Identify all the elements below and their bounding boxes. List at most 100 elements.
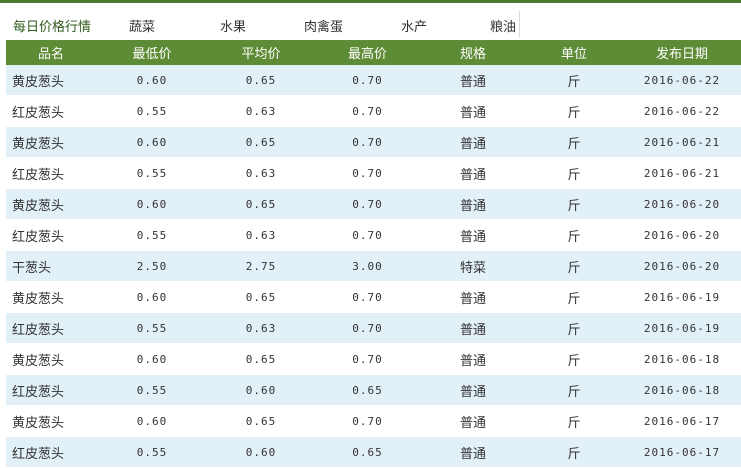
cell-name: 红皮葱头	[6, 436, 96, 468]
table-row: 黄皮葱头 0.60 0.65 0.70 普通斤 2016-06-20	[6, 188, 741, 220]
cell-name: 黄皮葱头	[6, 126, 96, 158]
cell-avg-price: 0.65	[208, 188, 314, 220]
cell-avg-price: 0.65	[208, 65, 314, 96]
cell-unit: 斤	[525, 250, 623, 282]
cell-unit: 斤	[525, 374, 623, 406]
cell-min-price: 0.60	[96, 188, 208, 220]
cell-spec: 普通	[421, 405, 525, 437]
table-row: 黄皮葱头 0.60 0.65 0.70 普通斤 2016-06-22	[6, 65, 741, 96]
cell-max-price: 0.70	[314, 157, 421, 189]
cell-spec: 特菜	[421, 250, 525, 282]
cell-avg-price: 0.65	[208, 126, 314, 158]
tab-divider	[519, 11, 520, 37]
column-header-unit: 单位	[525, 40, 623, 65]
cell-spec: 普通	[421, 126, 525, 158]
cell-unit: 斤	[525, 312, 623, 344]
cell-name: 红皮葱头	[6, 374, 96, 406]
cell-spec: 普通	[421, 65, 525, 96]
cell-name: 黄皮葱头	[6, 65, 96, 96]
cell-spec: 普通	[421, 157, 525, 189]
cell-max-price: 0.70	[314, 312, 421, 344]
cell-unit: 斤	[525, 343, 623, 375]
cell-date: 2016-06-22	[623, 95, 741, 127]
cell-date: 2016-06-21	[623, 126, 741, 158]
tab-meat-poultry-eggs[interactable]: 肉禽蛋	[304, 16, 343, 35]
table-row: 黄皮葱头 0.60 0.65 0.70 普通斤 2016-06-18	[6, 343, 741, 375]
cell-spec: 普通	[421, 219, 525, 251]
cell-avg-price: 0.63	[208, 312, 314, 344]
cell-spec: 普通	[421, 281, 525, 313]
cell-unit: 斤	[525, 65, 623, 96]
cell-max-price: 0.70	[314, 405, 421, 437]
cell-name: 黄皮葱头	[6, 343, 96, 375]
cell-spec: 普通	[421, 374, 525, 406]
table-row: 干葱头 2.50 2.75 3.00 特菜斤 2016-06-20	[6, 250, 741, 282]
tab-fruits[interactable]: 水果	[220, 16, 246, 35]
cell-max-price: 3.00	[314, 250, 421, 282]
cell-unit: 斤	[525, 405, 623, 437]
cell-name: 黄皮葱头	[6, 281, 96, 313]
cell-max-price: 0.70	[314, 219, 421, 251]
cell-date: 2016-06-18	[623, 374, 741, 406]
column-header-name: 品名	[6, 40, 96, 65]
cell-max-price: 0.65	[314, 374, 421, 406]
column-header-max-price: 最高价	[314, 40, 421, 65]
cell-avg-price: 0.63	[208, 95, 314, 127]
cell-date: 2016-06-21	[623, 157, 741, 189]
table-row: 黄皮葱头 0.60 0.65 0.70 普通斤 2016-06-19	[6, 281, 741, 313]
table-row: 黄皮葱头 0.60 0.65 0.70 普通斤 2016-06-17	[6, 405, 741, 437]
cell-min-price: 0.55	[96, 436, 208, 468]
cell-name: 红皮葱头	[6, 219, 96, 251]
cell-date: 2016-06-17	[623, 436, 741, 468]
table-header-row: 品名 最低价 平均价 最高价 规格 单位 发布日期	[6, 40, 741, 65]
cell-name: 红皮葱头	[6, 157, 96, 189]
cell-avg-price: 0.63	[208, 219, 314, 251]
table-row: 红皮葱头 0.55 0.60 0.65 普通斤 2016-06-17	[6, 436, 741, 468]
cell-name: 红皮葱头	[6, 95, 96, 127]
cell-min-price: 0.55	[96, 312, 208, 344]
cell-min-price: 0.60	[96, 126, 208, 158]
cell-max-price: 0.70	[314, 343, 421, 375]
cell-max-price: 0.70	[314, 126, 421, 158]
tab-aquatic[interactable]: 水产	[401, 16, 427, 35]
cell-unit: 斤	[525, 126, 623, 158]
cell-unit: 斤	[525, 95, 623, 127]
table-row: 红皮葱头 0.55 0.63 0.70 普通斤 2016-06-19	[6, 312, 741, 344]
column-header-avg-price: 平均价	[208, 40, 314, 65]
tab-bar-title: 每日价格行情	[13, 20, 92, 35]
cell-avg-price: 0.65	[208, 281, 314, 313]
column-header-date: 发布日期	[623, 40, 741, 65]
cell-spec: 普通	[421, 436, 525, 468]
table-row: 红皮葱头 0.55 0.63 0.70 普通斤 2016-06-21	[6, 157, 741, 189]
cell-min-price: 0.55	[96, 374, 208, 406]
cell-avg-price: 0.60	[208, 436, 314, 468]
tab-grain-oil[interactable]: 粮油	[490, 16, 516, 35]
cell-unit: 斤	[525, 219, 623, 251]
cell-min-price: 0.55	[96, 157, 208, 189]
cell-spec: 普通	[421, 188, 525, 220]
cell-avg-price: 0.65	[208, 343, 314, 375]
table-row: 红皮葱头 0.55 0.60 0.65 普通斤 2016-06-18	[6, 374, 741, 406]
cell-min-price: 0.60	[96, 281, 208, 313]
category-tab-bar: 每日价格行情 蔬菜 水果 肉禽蛋 水产 粮油	[0, 0, 741, 40]
table-row: 黄皮葱头 0.60 0.65 0.70 普通斤 2016-06-21	[6, 126, 741, 158]
cell-date: 2016-06-20	[623, 219, 741, 251]
tab-vegetables[interactable]: 蔬菜	[129, 16, 155, 35]
cell-name: 黄皮葱头	[6, 405, 96, 437]
cell-max-price: 0.70	[314, 188, 421, 220]
cell-avg-price: 2.75	[208, 250, 314, 282]
cell-spec: 普通	[421, 95, 525, 127]
cell-spec: 普通	[421, 312, 525, 344]
table-row: 红皮葱头 0.55 0.63 0.70 普通斤 2016-06-20	[6, 219, 741, 251]
column-header-min-price: 最低价	[96, 40, 208, 65]
cell-date: 2016-06-18	[623, 343, 741, 375]
table-row: 红皮葱头 0.55 0.63 0.70 普通斤 2016-06-22	[6, 95, 741, 127]
cell-min-price: 0.60	[96, 405, 208, 437]
cell-unit: 斤	[525, 157, 623, 189]
column-header-spec: 规格	[421, 40, 525, 65]
cell-min-price: 0.55	[96, 95, 208, 127]
cell-unit: 斤	[525, 188, 623, 220]
cell-avg-price: 0.63	[208, 157, 314, 189]
cell-date: 2016-06-20	[623, 188, 741, 220]
cell-unit: 斤	[525, 281, 623, 313]
